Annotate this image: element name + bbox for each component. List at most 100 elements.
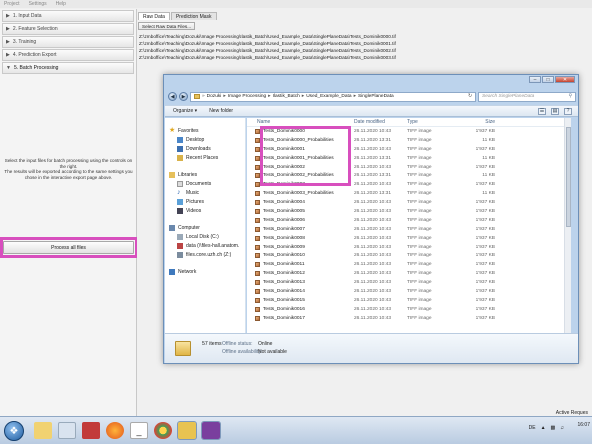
table-row[interactable]: Tests_Dominik0008 26.11.2020 10:43 TIFF im… xyxy=(247,234,571,243)
app-icon[interactable] xyxy=(82,422,100,439)
nav-music[interactable]: ♪ Music xyxy=(165,188,245,197)
table-row[interactable]: Tests_Dominik0005 26.11.2020 10:43 TIFF im… xyxy=(247,207,571,216)
chevron-right-icon: ▸ xyxy=(353,94,356,99)
tray-arrow-icon[interactable]: ▲ xyxy=(541,425,546,431)
tiff-file-icon xyxy=(255,235,260,241)
ilastik-icon[interactable] xyxy=(201,421,221,440)
applet-training[interactable]: ▶ 3. Training xyxy=(2,36,134,48)
close-icon[interactable]: ✕ xyxy=(555,76,575,83)
nav-videos[interactable]: Videos xyxy=(165,206,245,215)
terminal-icon[interactable]: _ xyxy=(130,422,148,439)
table-row[interactable]: Tests_Dominik0007 26.11.2020 10:43 TIFF im… xyxy=(247,225,571,234)
type-cell: TIFF image xyxy=(407,191,432,197)
table-row[interactable]: Tests_Dominik0010 26.11.2020 10:43 TIFF im… xyxy=(247,251,571,260)
column-name[interactable]: Name xyxy=(247,119,354,125)
breadcrumb-item[interactable]: Image Processing xyxy=(228,94,266,99)
date-cell: 26.11.2020 13:31 xyxy=(354,191,391,197)
vertical-scrollbar[interactable] xyxy=(564,118,571,333)
table-row[interactable]: Tests_Dominik0009 26.11.2020 10:43 TIFF im… xyxy=(247,243,571,252)
nav-libraries[interactable]: Libraries xyxy=(165,170,245,179)
table-row[interactable]: Tests_Dominik0014 26.11.2020 10:43 TIFF im… xyxy=(247,287,571,296)
nav-pictures[interactable]: Pictures xyxy=(165,197,245,206)
select-raw-data-files-button[interactable]: Select Raw Data Files... xyxy=(138,22,196,30)
file-name-cell: Tests_Dominik0013 xyxy=(247,280,354,286)
table-row[interactable]: Tests_Dominik0006 26.11.2020 10:43 TIFF im… xyxy=(247,216,571,225)
nav-local-disk[interactable]: Local Disk (C:) xyxy=(165,232,245,241)
nav-recent-places[interactable]: Recent Places xyxy=(165,153,245,162)
refresh-icon[interactable]: ↻ xyxy=(468,94,475,99)
organize-menu[interactable]: Organize ▾ xyxy=(173,108,197,114)
language-indicator[interactable]: DE xyxy=(529,425,536,431)
notes-icon[interactable] xyxy=(58,422,76,439)
menu-project[interactable]: Project xyxy=(4,1,20,7)
process-all-files-button[interactable]: Process all files xyxy=(3,241,134,254)
table-row[interactable]: Tests_Dominik0017 26.11.2020 10:43 TIFF im… xyxy=(247,314,571,323)
clock[interactable]: 16:07 xyxy=(577,422,590,429)
type-cell: TIFF image xyxy=(407,315,432,321)
forward-arrow-icon[interactable]: ▶ xyxy=(179,92,188,101)
tab-raw-data[interactable]: Raw Data xyxy=(138,12,170,20)
nav-downloads[interactable]: Downloads xyxy=(165,144,245,153)
table-row[interactable]: Tests_Dominik0015 26.11.2020 10:43 TIFF im… xyxy=(247,296,571,305)
table-row[interactable]: Tests_Dominik0016 26.11.2020 10:43 TIFF im… xyxy=(247,305,571,314)
address-bar[interactable]: » Dozuki ▸ Image Processing ▸ Ilastik_Ba… xyxy=(190,91,476,102)
size-cell: 1'937 KB xyxy=(475,226,495,232)
explorer-icon[interactable] xyxy=(34,422,52,439)
folder-task-icon[interactable] xyxy=(177,421,197,440)
minimize-icon[interactable]: – xyxy=(529,76,541,83)
nav-files-drive[interactable]: files.core.uzh.ch (Z:) xyxy=(165,250,245,259)
table-row[interactable]: Tests_Dominik0013 26.11.2020 10:43 TIFF im… xyxy=(247,278,571,287)
nav-favorites[interactable]: ★ Favorites xyxy=(165,126,245,135)
table-row[interactable]: Tests_Dominik0003_Probabilities 26.11.202… xyxy=(247,189,571,198)
start-button[interactable]: ❖ xyxy=(4,421,24,441)
nav-computer[interactable]: Computer xyxy=(165,223,245,232)
column-date[interactable]: Date modified xyxy=(354,119,407,125)
scrollbar-thumb[interactable] xyxy=(566,127,571,227)
table-row[interactable]: Tests_Dominik0012 26.11.2020 10:43 TIFF im… xyxy=(247,269,571,278)
menu-help[interactable]: Help xyxy=(56,1,66,7)
tab-prediction-mask[interactable]: Prediction Mask xyxy=(170,12,217,20)
search-input[interactable]: Search SinglePlaneData ⚲ xyxy=(478,91,576,102)
date-cell: 26.11.2020 10:43 xyxy=(354,146,391,152)
table-row[interactable]: Tests_Dominik0004 26.11.2020 10:43 TIFF im… xyxy=(247,198,571,207)
nav-documents[interactable]: Documents xyxy=(165,179,245,188)
breadcrumb-item[interactable]: Used_Example_Data xyxy=(306,94,351,99)
breadcrumb-item[interactable]: Dozuki xyxy=(207,94,222,99)
list-item[interactable]: Z:\zmboffice\Teaching\Dozuki\Image Proce… xyxy=(139,54,396,61)
network-status-icon[interactable]: ▩ xyxy=(551,425,556,431)
file-name-cell: Tests_Dominik0003_Probabilities xyxy=(247,191,354,197)
offline-status-value: Online xyxy=(258,341,273,347)
tab-bar: Raw Data Prediction Mask xyxy=(138,12,218,20)
list-item[interactable]: Z:\zmboffice\Teaching\Dozuki\Image Proce… xyxy=(139,33,396,40)
table-row[interactable]: Tests_Dominik0011 26.11.2020 10:43 TIFF im… xyxy=(247,260,571,269)
applet-input-data[interactable]: ▶ 1. Input Data xyxy=(2,10,134,22)
list-item[interactable]: Z:\zmboffice\Teaching\Dozuki\Image Proce… xyxy=(139,47,396,54)
back-arrow-icon[interactable]: ◀ xyxy=(168,92,177,101)
breadcrumb-item[interactable]: SinglePlaneData xyxy=(358,94,394,99)
type-cell: TIFF image xyxy=(407,146,432,152)
applet-prediction-export[interactable]: ▶ 4. Prediction Export xyxy=(2,49,134,61)
preview-pane-icon[interactable]: ▤ xyxy=(551,107,559,115)
help-icon[interactable]: ? xyxy=(564,107,572,115)
firefox-icon[interactable] xyxy=(106,422,124,439)
date-cell: 26.11.2020 10:43 xyxy=(354,182,391,188)
nav-data-drive[interactable]: data (\\files-hall.anatom. xyxy=(165,241,245,250)
list-item[interactable]: Z:\zmboffice\Teaching\Dozuki\Image Proce… xyxy=(139,40,396,47)
menu-settings[interactable]: Settings xyxy=(29,1,47,7)
new-folder-button[interactable]: New folder xyxy=(209,108,233,114)
breadcrumb-item[interactable]: Ilastik_Batch xyxy=(273,94,300,99)
column-type[interactable]: Type xyxy=(407,119,459,125)
address-row: ◀ ▶ » Dozuki ▸ Image Processing ▸ Ilasti… xyxy=(168,91,576,102)
expand-arrow-icon: ▶ xyxy=(6,13,10,19)
nav-desktop[interactable]: Desktop xyxy=(165,135,245,144)
applet-feature-selection[interactable]: ▶ 2. Feature Selection xyxy=(2,23,134,35)
chrome-icon[interactable] xyxy=(154,422,172,439)
nav-network[interactable]: Network xyxy=(165,267,245,276)
volume-icon[interactable]: ♫ xyxy=(560,425,564,431)
maximize-icon[interactable]: □ xyxy=(542,76,554,83)
column-size[interactable]: Size xyxy=(459,119,497,125)
type-cell: TIFF image xyxy=(407,271,432,277)
view-options-icon[interactable]: ☰ xyxy=(538,107,546,115)
applet-batch-processing[interactable]: ▼ 5. Batch Processing xyxy=(2,62,134,74)
date-cell: 26.11.2020 10:43 xyxy=(354,128,391,134)
